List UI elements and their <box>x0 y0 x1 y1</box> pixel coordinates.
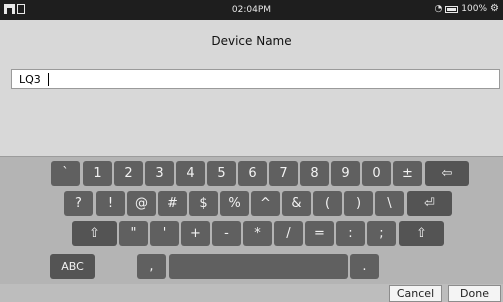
key-0[interactable]: 0 <box>362 161 391 186</box>
text-caret <box>48 73 49 86</box>
key-slash[interactable]: / <box>274 221 303 246</box>
key-comma[interactable]: , <box>137 254 166 279</box>
key-asterisk[interactable]: * <box>243 221 272 246</box>
key-4[interactable]: 4 <box>176 161 205 186</box>
dialog-title: Device Name <box>211 34 292 48</box>
key-single-quote[interactable]: ' <box>150 221 179 246</box>
key-5[interactable]: 5 <box>207 161 236 186</box>
key-open-paren[interactable]: ( <box>313 191 342 216</box>
status-time: 02:04PM <box>231 5 272 15</box>
enter-key[interactable]: ⏎ <box>407 191 452 216</box>
settings-icon[interactable]: ⚙ <box>490 4 499 14</box>
backspace-key[interactable]: ⇦ <box>425 161 469 186</box>
status-bar: 02:04PM ◔ 100% ⚙ <box>0 0 503 20</box>
key-close-paren[interactable]: ) <box>344 191 373 216</box>
key-backslash[interactable]: \ <box>375 191 404 216</box>
key-minus[interactable]: - <box>212 221 241 246</box>
key-8[interactable]: 8 <box>300 161 329 186</box>
battery-icon <box>445 5 459 13</box>
key-colon[interactable]: : <box>336 221 365 246</box>
key-at[interactable]: @ <box>127 191 156 216</box>
done-button[interactable]: Done <box>448 285 501 302</box>
key-6[interactable]: 6 <box>238 161 267 186</box>
status-right-icons: ◔ 100% ⚙ <box>434 4 499 15</box>
key-period[interactable]: . <box>350 254 379 279</box>
action-bar: Cancel Done <box>0 284 503 302</box>
key-caret[interactable]: ^ <box>251 191 280 216</box>
key-plus[interactable]: + <box>181 221 210 246</box>
abc-mode-key[interactable]: ABC <box>50 254 95 279</box>
key-question[interactable]: ? <box>64 191 93 216</box>
wifi-icon: ◔ <box>434 4 443 14</box>
key-2[interactable]: 2 <box>114 161 143 186</box>
key-7[interactable]: 7 <box>269 161 298 186</box>
key-percent[interactable]: % <box>220 191 249 216</box>
key-1[interactable]: 1 <box>83 161 112 186</box>
key-equals[interactable]: = <box>305 221 334 246</box>
battery-percent: 100% <box>461 4 488 14</box>
key-double-quote[interactable]: " <box>119 221 148 246</box>
device-name-input[interactable] <box>11 69 500 89</box>
key-backtick[interactable]: ` <box>51 161 80 186</box>
key-9[interactable]: 9 <box>331 161 360 186</box>
key-semicolon[interactable]: ; <box>367 221 396 246</box>
shift-key-left[interactable]: ⇧ <box>72 221 117 246</box>
cancel-button[interactable]: Cancel <box>389 285 442 302</box>
shift-key-right[interactable]: ⇧ <box>399 221 444 246</box>
key-hash[interactable]: # <box>158 191 187 216</box>
key-3[interactable]: 3 <box>145 161 174 186</box>
space-key[interactable] <box>169 254 348 279</box>
on-screen-keyboard: ` 1 2 3 4 5 6 7 8 9 0 ± ⇦ ? ! @ # $ % ^ … <box>0 156 503 284</box>
key-plus-minus[interactable]: ± <box>393 161 422 186</box>
key-exclaim[interactable]: ! <box>96 191 125 216</box>
key-ampersand[interactable]: & <box>282 191 311 216</box>
key-dollar[interactable]: $ <box>189 191 218 216</box>
